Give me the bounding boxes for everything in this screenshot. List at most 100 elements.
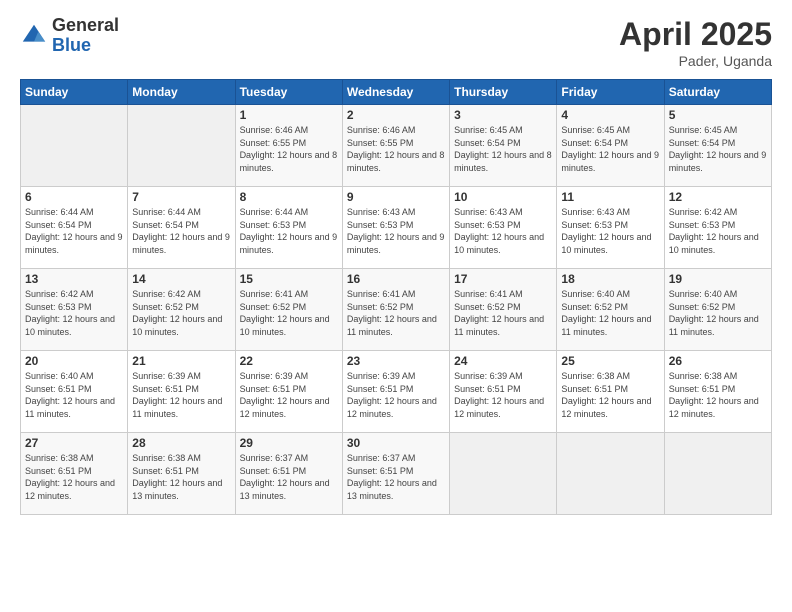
day-number: 24: [454, 354, 552, 368]
day-number: 10: [454, 190, 552, 204]
day-number: 2: [347, 108, 445, 122]
calendar-week-row: 13 Sunrise: 6:42 AM Sunset: 6:53 PM Dayli…: [21, 269, 772, 351]
logo-text: General Blue: [52, 16, 119, 56]
day-info: Sunrise: 6:38 AM Sunset: 6:51 PM Dayligh…: [132, 452, 230, 502]
day-info: Sunrise: 6:37 AM Sunset: 6:51 PM Dayligh…: [347, 452, 445, 502]
day-number: 23: [347, 354, 445, 368]
table-row: 20Sunrise: 6:40 AM Sunset: 6:51 PM Dayli…: [21, 351, 128, 433]
day-number: 21: [132, 354, 230, 368]
table-row: 17Sunrise: 6:41 AM Sunset: 6:52 PM Dayli…: [450, 269, 557, 351]
day-info: Sunrise: 6:46 AM Sunset: 6:55 PM Dayligh…: [347, 124, 445, 174]
header-wednesday: Wednesday: [342, 80, 449, 105]
day-info: Sunrise: 6:43 AM Sunset: 6:53 PM Dayligh…: [347, 206, 445, 256]
day-info: Sunrise: 6:41 AM Sunset: 6:52 PM Dayligh…: [347, 288, 445, 338]
day-number: 22: [240, 354, 338, 368]
table-row: 23 Sunrise: 6:39 AM Sunset: 6:51 PM Dayli…: [342, 351, 449, 433]
table-row: 29 Sunrise: 6:37 AM Sunset: 6:51 PM Dayli…: [235, 433, 342, 515]
table-row: 21 Sunrise: 6:39 AM Sunset: 6:51 PM Dayli…: [128, 351, 235, 433]
table-row: 10 Sunrise: 6:43 AM Sunset: 6:53 PM Dayli…: [450, 187, 557, 269]
table-row: 18 Sunrise: 6:40 AM Sunset: 6:52 PM Dayli…: [557, 269, 664, 351]
table-row: 16 Sunrise: 6:41 AM Sunset: 6:52 PM Dayli…: [342, 269, 449, 351]
day-number: 25: [561, 354, 659, 368]
header-tuesday: Tuesday: [235, 80, 342, 105]
day-info: Sunrise: 6:39 AM Sunset: 6:51 PM Dayligh…: [347, 370, 445, 420]
calendar-header-row: Sunday Monday Tuesday Wednesday Thursday…: [21, 80, 772, 105]
day-number: 29: [240, 436, 338, 450]
table-row: 30 Sunrise: 6:37 AM Sunset: 6:51 PM Dayli…: [342, 433, 449, 515]
day-info: Sunrise: 6:41 AM Sunset: 6:52 PM Dayligh…: [454, 288, 552, 338]
table-row: 6 Sunrise: 6:44 AM Sunset: 6:54 PM Daylig…: [21, 187, 128, 269]
day-info: Sunrise: 6:40 AM Sunset: 6:51 PM Dayligh…: [25, 370, 123, 420]
day-number: 26: [669, 354, 767, 368]
calendar-week-row: 27Sunrise: 6:38 AM Sunset: 6:51 PM Dayli…: [21, 433, 772, 515]
day-number: 4: [561, 108, 659, 122]
day-number: 13: [25, 272, 123, 286]
day-number: 7: [132, 190, 230, 204]
calendar-week-row: 1 Sunrise: 6:46 AM Sunset: 6:55 PM Daylig…: [21, 105, 772, 187]
table-row: 4Sunrise: 6:45 AM Sunset: 6:54 PM Daylig…: [557, 105, 664, 187]
day-info: Sunrise: 6:44 AM Sunset: 6:54 PM Dayligh…: [25, 206, 123, 256]
table-row: 9 Sunrise: 6:43 AM Sunset: 6:53 PM Daylig…: [342, 187, 449, 269]
logo-icon: [20, 22, 48, 50]
day-info: Sunrise: 6:40 AM Sunset: 6:52 PM Dayligh…: [669, 288, 767, 338]
table-row: 19 Sunrise: 6:40 AM Sunset: 6:52 PM Dayli…: [664, 269, 771, 351]
day-number: 12: [669, 190, 767, 204]
calendar-week-row: 20Sunrise: 6:40 AM Sunset: 6:51 PM Dayli…: [21, 351, 772, 433]
logo-general: General: [52, 16, 119, 36]
day-number: 30: [347, 436, 445, 450]
table-row: 12 Sunrise: 6:42 AM Sunset: 6:53 PM Dayli…: [664, 187, 771, 269]
calendar-table: Sunday Monday Tuesday Wednesday Thursday…: [20, 79, 772, 515]
table-row: [21, 105, 128, 187]
day-number: 19: [669, 272, 767, 286]
day-info: Sunrise: 6:38 AM Sunset: 6:51 PM Dayligh…: [669, 370, 767, 420]
day-number: 5: [669, 108, 767, 122]
table-row: 5 Sunrise: 6:45 AM Sunset: 6:54 PM Daylig…: [664, 105, 771, 187]
day-number: 18: [561, 272, 659, 286]
day-info: Sunrise: 6:43 AM Sunset: 6:53 PM Dayligh…: [454, 206, 552, 256]
table-row: 25 Sunrise: 6:38 AM Sunset: 6:51 PM Dayli…: [557, 351, 664, 433]
day-info: Sunrise: 6:37 AM Sunset: 6:51 PM Dayligh…: [240, 452, 338, 502]
table-row: 26 Sunrise: 6:38 AM Sunset: 6:51 PM Dayli…: [664, 351, 771, 433]
day-info: Sunrise: 6:45 AM Sunset: 6:54 PM Dayligh…: [669, 124, 767, 174]
day-number: 11: [561, 190, 659, 204]
day-info: Sunrise: 6:40 AM Sunset: 6:52 PM Dayligh…: [561, 288, 659, 338]
day-info: Sunrise: 6:38 AM Sunset: 6:51 PM Dayligh…: [25, 452, 123, 502]
header-thursday: Thursday: [450, 80, 557, 105]
table-row: 7Sunrise: 6:44 AM Sunset: 6:54 PM Daylig…: [128, 187, 235, 269]
table-row: 13 Sunrise: 6:42 AM Sunset: 6:53 PM Dayli…: [21, 269, 128, 351]
title-month: April 2025: [619, 16, 772, 53]
day-info: Sunrise: 6:44 AM Sunset: 6:53 PM Dayligh…: [240, 206, 338, 256]
day-number: 1: [240, 108, 338, 122]
table-row: [128, 105, 235, 187]
day-number: 9: [347, 190, 445, 204]
day-info: Sunrise: 6:38 AM Sunset: 6:51 PM Dayligh…: [561, 370, 659, 420]
day-info: Sunrise: 6:42 AM Sunset: 6:53 PM Dayligh…: [669, 206, 767, 256]
table-row: 3 Sunrise: 6:45 AM Sunset: 6:54 PM Daylig…: [450, 105, 557, 187]
header-monday: Monday: [128, 80, 235, 105]
table-row: 11Sunrise: 6:43 AM Sunset: 6:53 PM Dayli…: [557, 187, 664, 269]
table-row: 27Sunrise: 6:38 AM Sunset: 6:51 PM Dayli…: [21, 433, 128, 515]
header-sunday: Sunday: [21, 80, 128, 105]
logo: General Blue: [20, 16, 119, 56]
day-info: Sunrise: 6:42 AM Sunset: 6:53 PM Dayligh…: [25, 288, 123, 338]
logo-blue: Blue: [52, 36, 119, 56]
day-info: Sunrise: 6:39 AM Sunset: 6:51 PM Dayligh…: [454, 370, 552, 420]
table-row: [664, 433, 771, 515]
day-info: Sunrise: 6:45 AM Sunset: 6:54 PM Dayligh…: [454, 124, 552, 174]
table-row: 15Sunrise: 6:41 AM Sunset: 6:52 PM Dayli…: [235, 269, 342, 351]
header-saturday: Saturday: [664, 80, 771, 105]
day-info: Sunrise: 6:39 AM Sunset: 6:51 PM Dayligh…: [132, 370, 230, 420]
day-info: Sunrise: 6:39 AM Sunset: 6:51 PM Dayligh…: [240, 370, 338, 420]
day-number: 3: [454, 108, 552, 122]
day-info: Sunrise: 6:41 AM Sunset: 6:52 PM Dayligh…: [240, 288, 338, 338]
page: General Blue April 2025 Pader, Uganda Su…: [0, 0, 792, 612]
day-number: 16: [347, 272, 445, 286]
day-number: 28: [132, 436, 230, 450]
table-row: 2 Sunrise: 6:46 AM Sunset: 6:55 PM Daylig…: [342, 105, 449, 187]
table-row: 28 Sunrise: 6:38 AM Sunset: 6:51 PM Dayli…: [128, 433, 235, 515]
day-info: Sunrise: 6:42 AM Sunset: 6:52 PM Dayligh…: [132, 288, 230, 338]
day-number: 6: [25, 190, 123, 204]
header: General Blue April 2025 Pader, Uganda: [20, 16, 772, 69]
table-row: 22 Sunrise: 6:39 AM Sunset: 6:51 PM Dayli…: [235, 351, 342, 433]
day-number: 14: [132, 272, 230, 286]
